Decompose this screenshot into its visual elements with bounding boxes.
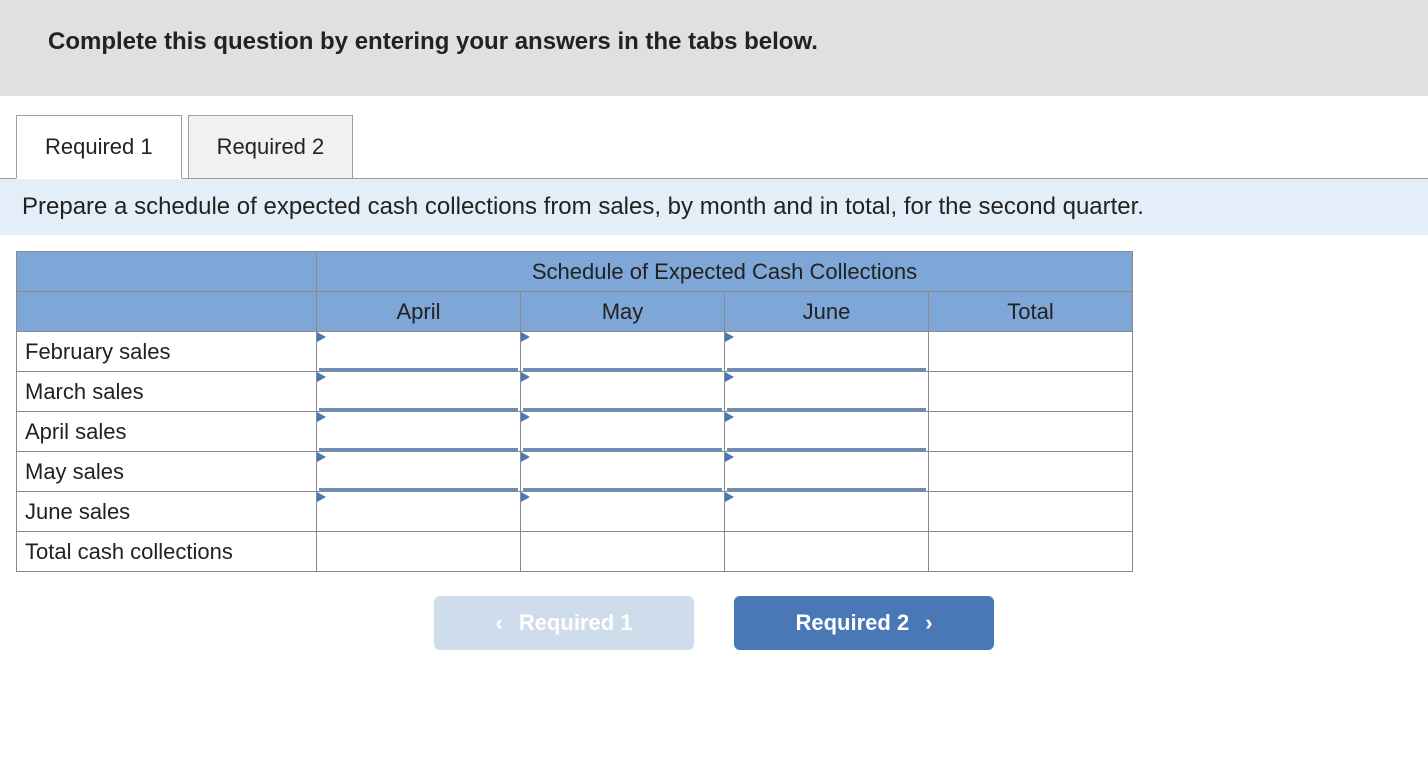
dropdown-indicator-icon — [725, 452, 734, 462]
cell-input-feb-april[interactable] — [317, 332, 521, 372]
totals-june — [725, 532, 929, 572]
row-label: June sales — [17, 492, 317, 532]
row-label: February sales — [17, 332, 317, 372]
dropdown-indicator-icon — [317, 492, 326, 502]
dropdown-indicator-icon — [521, 452, 530, 462]
nav-buttons: ‹ Required 1 Required 2 › — [0, 596, 1428, 670]
next-button-label: Required 2 — [795, 610, 909, 636]
dropdown-indicator-icon — [521, 372, 530, 382]
table-title: Schedule of Expected Cash Collections — [317, 252, 1133, 292]
cell-input-may-april[interactable] — [317, 452, 521, 492]
dropdown-indicator-icon — [317, 452, 326, 462]
dropdown-indicator-icon — [725, 372, 734, 382]
cell-total-feb — [929, 332, 1133, 372]
dropdown-indicator-icon — [317, 372, 326, 382]
cell-input-apr-april[interactable] — [317, 412, 521, 452]
tabs-row: Required 1 Required 2 — [0, 114, 1428, 178]
dropdown-indicator-icon — [725, 332, 734, 342]
table-header-blank — [17, 292, 317, 332]
schedule-table: Schedule of Expected Cash Collections Ap… — [16, 251, 1133, 572]
cell-input-feb-may[interactable] — [521, 332, 725, 372]
totals-total — [929, 532, 1133, 572]
dropdown-indicator-icon — [725, 492, 734, 502]
cell-total-jun — [929, 492, 1133, 532]
row-label: April sales — [17, 412, 317, 452]
row-label: May sales — [17, 452, 317, 492]
tab-label: Required 1 — [45, 134, 153, 159]
instruction-banner: Complete this question by entering your … — [0, 0, 1428, 96]
cell-total-mar — [929, 372, 1133, 412]
table-row: June sales — [17, 492, 1133, 532]
instruction-title: Complete this question by entering your … — [48, 28, 1380, 56]
table-corner-blank — [17, 252, 317, 292]
row-label: March sales — [17, 372, 317, 412]
cell-input-feb-june[interactable] — [725, 332, 929, 372]
cell-input-mar-april[interactable] — [317, 372, 521, 412]
cell-input-may-may[interactable] — [521, 452, 725, 492]
cell-input-apr-june[interactable] — [725, 412, 929, 452]
dropdown-indicator-icon — [521, 332, 530, 342]
cell-input-may-june[interactable] — [725, 452, 929, 492]
table-header-total: Total — [929, 292, 1133, 332]
prev-button-label: Required 1 — [519, 610, 633, 636]
prev-button[interactable]: ‹ Required 1 — [434, 596, 694, 650]
question-prompt: Prepare a schedule of expected cash coll… — [0, 178, 1428, 235]
table-header-april: April — [317, 292, 521, 332]
cell-input-mar-june[interactable] — [725, 372, 929, 412]
dropdown-indicator-icon — [317, 332, 326, 342]
table-row: May sales — [17, 452, 1133, 492]
cell-input-jun-may[interactable] — [521, 492, 725, 532]
table-totals-row: Total cash collections — [17, 532, 1133, 572]
cell-input-apr-may[interactable] — [521, 412, 725, 452]
tab-label: Required 2 — [217, 134, 325, 159]
tab-required-2[interactable]: Required 2 — [188, 115, 354, 179]
cell-total-apr — [929, 412, 1133, 452]
totals-row-label: Total cash collections — [17, 532, 317, 572]
dropdown-indicator-icon — [317, 412, 326, 422]
dropdown-indicator-icon — [521, 412, 530, 422]
chevron-right-icon: › — [925, 610, 932, 636]
cell-input-mar-may[interactable] — [521, 372, 725, 412]
cell-total-may — [929, 452, 1133, 492]
chevron-left-icon: ‹ — [495, 610, 502, 636]
next-button[interactable]: Required 2 › — [734, 596, 994, 650]
table-row: February sales — [17, 332, 1133, 372]
totals-may — [521, 532, 725, 572]
cell-input-jun-april[interactable] — [317, 492, 521, 532]
table-row: April sales — [17, 412, 1133, 452]
table-header-june: June — [725, 292, 929, 332]
table-row: March sales — [17, 372, 1133, 412]
tab-required-1[interactable]: Required 1 — [16, 115, 182, 179]
dropdown-indicator-icon — [725, 412, 734, 422]
table-header-may: May — [521, 292, 725, 332]
dropdown-indicator-icon — [521, 492, 530, 502]
totals-april — [317, 532, 521, 572]
cell-input-jun-june[interactable] — [725, 492, 929, 532]
